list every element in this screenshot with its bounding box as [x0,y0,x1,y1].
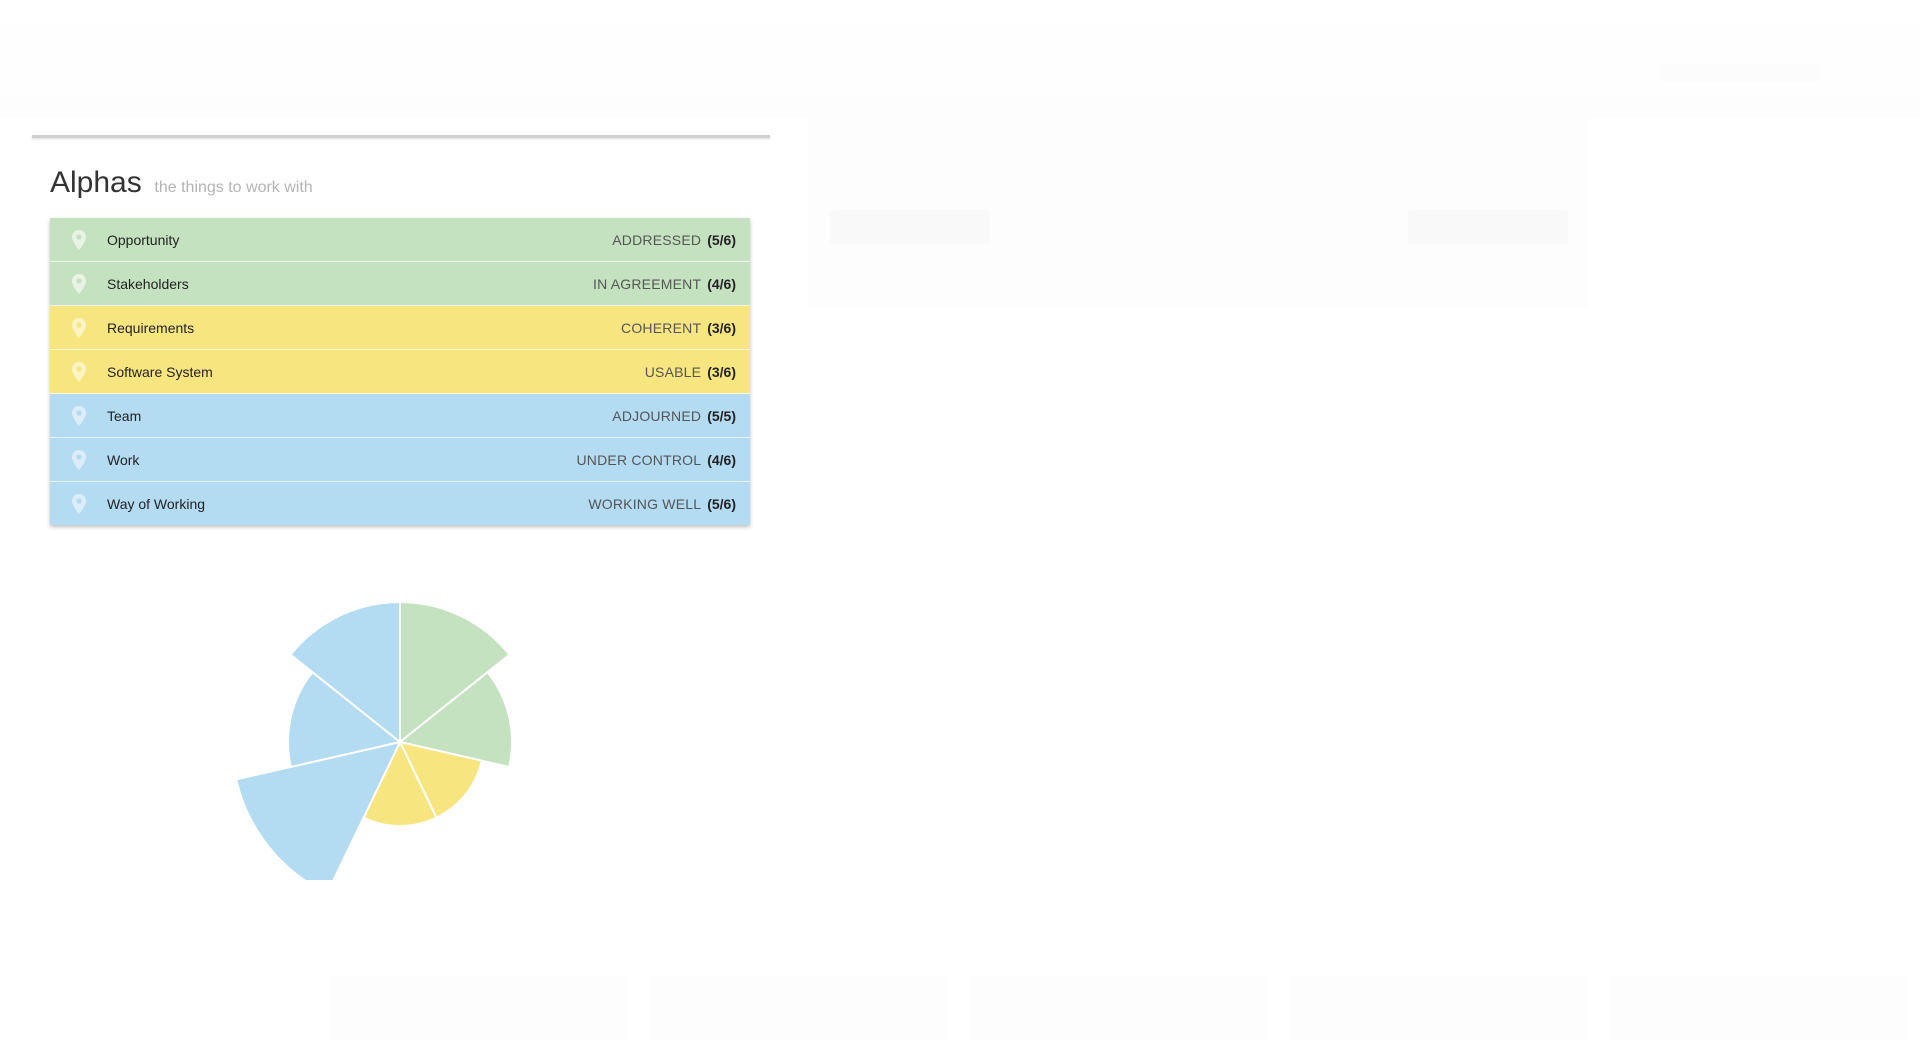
alpha-name: Work [107,451,140,468]
alpha-row-requirements[interactable]: Requirements COHERENT (3/6) [50,306,750,350]
alpha-state-progress: (3/6) [707,363,736,380]
faded-footer-tile [970,975,1268,1040]
map-pin-icon [72,362,86,382]
map-pin-icon [72,406,86,426]
alpha-row-software-system[interactable]: Software System USABLE (3/6) [50,350,750,394]
page: Alphas the things to work with Opportuni… [0,0,1920,1040]
alpha-state-label: COHERENT [621,319,702,336]
alpha-state: ADDRESSED (5/6) [612,232,736,248]
alpha-state-label: IN AGREEMENT [593,275,702,292]
faded-nav-placeholder [1660,64,1820,82]
alpha-row-team[interactable]: Team ADJOURNED (5/5) [50,394,750,438]
alpha-row-way-of-working[interactable]: Way of Working WORKING WELL (5/6) [50,482,750,525]
alpha-state-label: UNDER CONTROL [576,451,702,468]
alpha-name: Stakeholders [107,275,189,292]
alpha-state-label: WORKING WELL [588,495,702,512]
alpha-state: ADJOURNED (5/5) [612,408,736,424]
alpha-rose-chart-svg [235,600,513,895]
alpha-state-label: USABLE [644,363,702,380]
faded-footer-tile [330,975,628,1040]
alpha-name: Opportunity [107,231,180,248]
map-pin-icon [72,450,86,470]
alpha-progress-chart [180,560,620,895]
faded-footer-tile [1610,975,1908,1040]
alpha-state: COHERENT (3/6) [621,320,736,336]
alpha-state-label: ADJOURNED [612,407,702,424]
alpha-state: WORKING WELL (5/6) [588,496,736,512]
alphas-subtitle: the things to work with [154,179,313,196]
top-navigation-bar [0,0,1920,118]
alpha-state-progress: (5/6) [707,495,736,512]
map-pin-icon [72,494,86,514]
faded-input-right [1408,210,1568,244]
alpha-list: Opportunity ADDRESSED (5/6) Stakeholders IN … [50,218,750,525]
alpha-state-label: ADDRESSED [612,231,702,248]
alpha-state: UNDER CONTROL (4/6) [576,452,736,468]
alpha-state-progress: (3/6) [707,319,736,336]
faded-footer-tile [1290,975,1588,1040]
alpha-state: USABLE (3/6) [645,364,736,380]
card-top-border [32,135,770,138]
alpha-state-progress: (4/6) [707,275,736,292]
map-pin-icon [72,230,86,250]
alpha-row-work[interactable]: Work UNDER CONTROL (4/6) [50,438,750,482]
alphas-title: Alphas [50,166,142,199]
alpha-state-progress: (4/6) [707,451,736,468]
alpha-name: Way of Working [107,495,206,512]
alpha-name: Team [107,407,142,424]
alpha-state: IN AGREEMENT (4/6) [593,276,736,292]
alpha-row-opportunity[interactable]: Opportunity ADDRESSED (5/6) [50,218,750,262]
faded-input-left [830,210,990,244]
alpha-row-stakeholders[interactable]: Stakeholders IN AGREEMENT (4/6) [50,262,750,306]
alpha-name: Software System [107,363,213,380]
map-pin-icon [72,274,86,294]
alpha-state-progress: (5/5) [707,407,736,424]
alphas-heading: Alphas the things to work with [50,166,313,200]
faded-footer-tile [650,975,948,1040]
map-pin-icon [72,318,86,338]
alpha-name: Requirements [107,319,195,336]
alpha-state-progress: (5/6) [707,231,736,248]
